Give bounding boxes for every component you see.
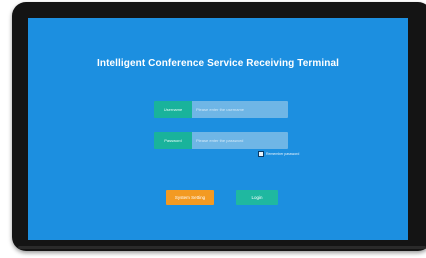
device-base-edge — [18, 246, 426, 249]
password-label: Password — [154, 132, 192, 149]
remember-password[interactable]: Remember password — [258, 151, 299, 157]
password-row: Password — [154, 132, 288, 149]
page-title: Intelligent Conference Service Receiving… — [96, 58, 339, 69]
username-row: Username — [154, 101, 288, 118]
password-input[interactable] — [192, 132, 288, 149]
login-screen: Intelligent Conference Service Receiving… — [28, 18, 408, 240]
username-input[interactable] — [192, 101, 288, 118]
login-button[interactable]: Login — [236, 190, 278, 205]
username-label: Username — [154, 101, 192, 118]
remember-password-label: Remember password — [266, 152, 300, 156]
system-setting-button[interactable]: System Setting — [166, 190, 214, 205]
remember-password-checkbox[interactable] — [258, 151, 264, 157]
